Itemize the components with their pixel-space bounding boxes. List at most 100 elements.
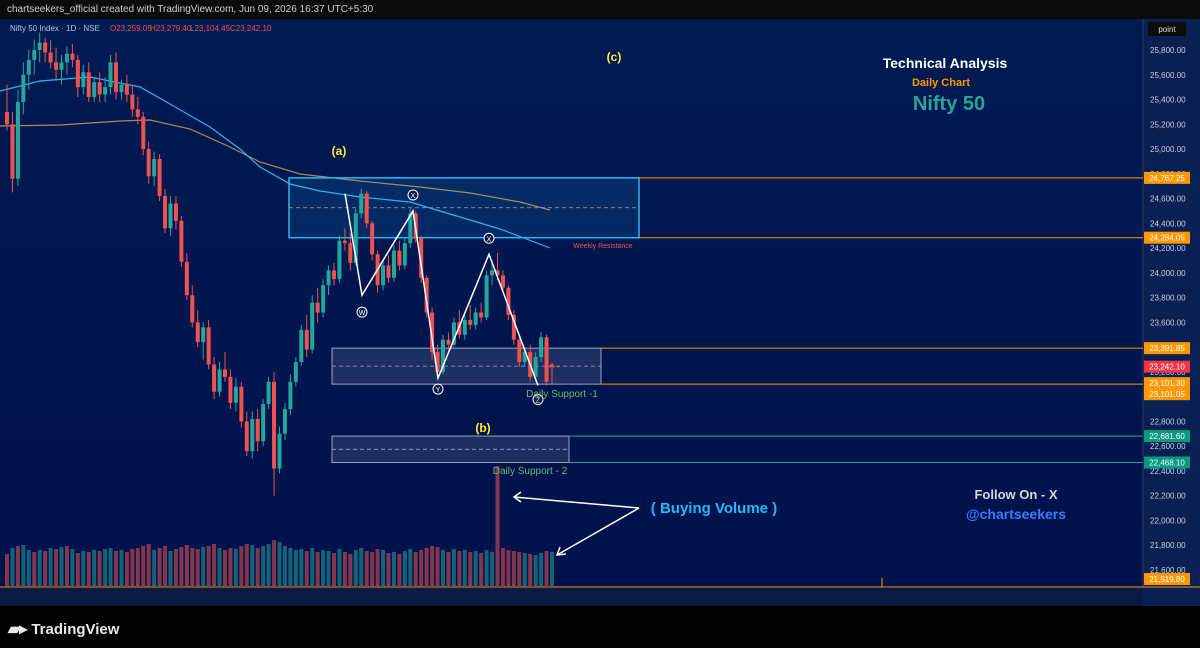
- candle-body: [54, 62, 59, 70]
- volume-bar: [321, 550, 326, 586]
- volume-bar: [408, 549, 413, 586]
- volume-bar: [332, 553, 336, 586]
- wave-point-label: Y: [436, 387, 441, 394]
- volume-bar: [370, 552, 375, 586]
- candle-body: [59, 62, 64, 70]
- y-tick-label: 23,800.00: [1150, 294, 1186, 303]
- volume-bar: [441, 550, 445, 586]
- volume-bar: [43, 551, 48, 586]
- candle-body: [152, 158, 157, 177]
- candle-body: [135, 109, 140, 117]
- volume-bar: [282, 546, 287, 586]
- daily-support-1-label: Daily Support -1: [526, 389, 598, 400]
- price-level-value: 24,767.25: [1149, 174, 1185, 183]
- volume-bar: [190, 548, 195, 586]
- volume-bar: [326, 551, 331, 586]
- volume-bar: [195, 549, 200, 586]
- volume-bar: [539, 553, 544, 586]
- y-tick-label: 22,600.00: [1150, 442, 1186, 451]
- y-tick-label: 24,000.00: [1150, 269, 1186, 278]
- volume-bar: [500, 548, 505, 586]
- candle-body: [26, 59, 31, 75]
- volume-bar: [201, 547, 206, 586]
- volume-bar: [495, 466, 500, 586]
- analysis-subtitle: Daily Chart: [912, 77, 970, 89]
- volume-bar: [451, 549, 456, 586]
- legend-close: C23,242.10: [230, 24, 272, 33]
- volume-bar: [550, 552, 554, 586]
- price-level-value: 21,519.80: [1149, 575, 1185, 584]
- candle-body: [304, 329, 309, 350]
- volume-bar: [135, 548, 140, 586]
- candle-body: [293, 362, 298, 382]
- candle-body: [212, 364, 217, 392]
- volume-bar: [141, 546, 146, 586]
- price-chart[interactable]: 25,800.00 25,600.00 25,400.00 25,200.00 25,0…: [0, 19, 1200, 606]
- volume-bar: [304, 551, 309, 586]
- candle-body: [195, 322, 200, 343]
- volume-bar: [342, 552, 347, 586]
- y-tick-label: 23,600.00: [1150, 318, 1186, 327]
- volume-bar: [419, 550, 424, 586]
- volume-bar: [70, 549, 75, 586]
- candle-body: [348, 243, 353, 263]
- candle-body: [119, 84, 124, 93]
- volume-bar: [5, 554, 9, 586]
- candle-body: [255, 418, 260, 442]
- volume-bar: [381, 550, 386, 586]
- candle-body: [124, 84, 129, 95]
- daily-support-2-label: Daily Support - 2: [493, 466, 568, 477]
- y-tick-label: 22,200.00: [1150, 492, 1186, 501]
- volume-bar: [517, 552, 522, 586]
- volume-bar: [32, 552, 37, 586]
- volume-bar: [59, 547, 64, 586]
- volume-bar: [255, 548, 260, 586]
- volume-bar: [152, 550, 157, 586]
- volume-bar: [239, 546, 244, 586]
- candle-body: [332, 270, 336, 280]
- y-tick-label: 25,600.00: [1150, 71, 1186, 80]
- tradingview-logo[interactable]: ▰▸ TradingView: [8, 619, 119, 639]
- candle-body: [544, 337, 549, 382]
- candle-body: [21, 74, 26, 102]
- y-tick-label: 25,800.00: [1150, 46, 1186, 55]
- volume-bar: [462, 550, 467, 586]
- candle-body: [97, 82, 102, 95]
- volume-bar: [293, 550, 298, 586]
- candle-body: [315, 302, 320, 313]
- candle-body: [272, 381, 277, 469]
- legend-open: O23,259.05: [110, 24, 152, 33]
- volume-bar: [315, 552, 320, 586]
- candle-body: [184, 261, 189, 296]
- y-tick-label: 22,800.00: [1150, 417, 1186, 426]
- candle-body: [43, 42, 48, 53]
- candle-body: [48, 52, 53, 63]
- price-level-value: 24,284.05: [1149, 234, 1185, 243]
- weekly-resistance-label: Weekly Resistance: [573, 243, 633, 250]
- volume-bar: [119, 550, 124, 586]
- volume-bar: [54, 549, 59, 586]
- volume-bar: [37, 550, 42, 586]
- candle-body: [32, 50, 37, 60]
- candle-body: [359, 193, 364, 214]
- y-tick-label: 25,000.00: [1150, 145, 1186, 154]
- volume-bar: [288, 548, 293, 586]
- y-tick-label: 24,400.00: [1150, 219, 1186, 228]
- candle-body: [233, 386, 238, 403]
- wave-a-label: (a): [332, 144, 347, 158]
- candle-body: [326, 270, 331, 286]
- candle-body: [244, 421, 249, 452]
- candle-body: [364, 193, 369, 224]
- attribution-bar: chartseekers_official created with Tradi…: [0, 0, 1200, 19]
- candle-body: [473, 312, 478, 325]
- volume-bar: [337, 549, 342, 586]
- candle-body: [299, 329, 304, 362]
- y-tick-label: 24,600.00: [1150, 195, 1186, 204]
- candle-body: [397, 250, 402, 266]
- candle-body: [266, 381, 271, 405]
- candle-body: [217, 369, 222, 392]
- candle-body: [130, 94, 135, 110]
- candle-body: [337, 240, 342, 280]
- volume-bar: [484, 550, 489, 586]
- volume-bar: [86, 552, 91, 586]
